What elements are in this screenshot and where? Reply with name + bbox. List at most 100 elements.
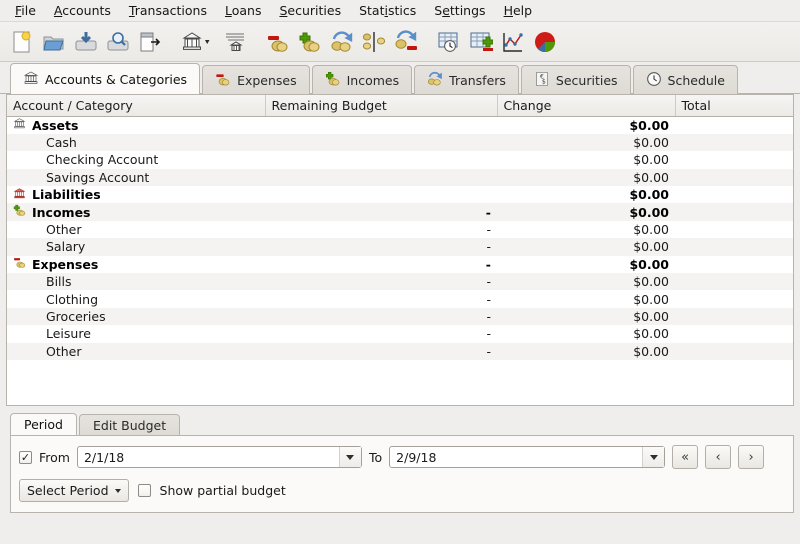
- cell-remaining-budget: -: [265, 325, 497, 343]
- cell-change: $0.00: [497, 116, 675, 134]
- menu-item-securities[interactable]: Securities: [270, 1, 350, 21]
- new-file-icon[interactable]: [7, 27, 37, 57]
- chevron-down-icon[interactable]: [642, 447, 665, 467]
- column-header-change[interactable]: Change: [497, 95, 676, 117]
- menu-item-accounts[interactable]: Accounts: [45, 1, 120, 21]
- chevron-right-icon: ›: [748, 449, 754, 465]
- print-preview-icon[interactable]: [103, 27, 133, 57]
- cell-change: $0.00: [497, 307, 675, 326]
- table-row[interactable]: Savings Account $0.00: [7, 168, 793, 187]
- open-folder-icon[interactable]: [39, 27, 69, 57]
- cell-total: [675, 151, 793, 169]
- cell-change: $0.00: [497, 220, 675, 239]
- cell-remaining-budget: -: [265, 307, 497, 326]
- row-label: Expenses: [32, 256, 99, 272]
- from-date-value: 2/1/18: [83, 449, 125, 465]
- tab-incomes[interactable]: Incomes: [311, 65, 413, 94]
- tab-label: Transfers: [449, 72, 506, 88]
- cell-remaining-budget: -: [265, 203, 497, 221]
- prev-period-button[interactable]: ‹: [705, 445, 732, 469]
- cell-account-category: Other: [7, 342, 265, 360]
- save-icon[interactable]: [71, 27, 101, 57]
- expense-coins-icon[interactable]: [263, 27, 293, 57]
- menu-item-file[interactable]: File: [6, 1, 45, 21]
- show-partial-budget-checkbox[interactable]: [137, 484, 151, 497]
- show-partial-budget-label: Show partial budget: [159, 483, 286, 498]
- period-panel: ✓ From 2/1/18 To 2/9/18 « ‹ › Select Per…: [10, 435, 794, 513]
- cell-remaining-budget: -: [265, 255, 497, 274]
- tab-securities[interactable]: € $ Securities: [520, 65, 631, 94]
- table-row[interactable]: Groceries - $0.00: [7, 307, 793, 326]
- accounts-categories-table[interactable]: Account / Category Remaining Budget Chan…: [6, 94, 794, 406]
- tab-transfers[interactable]: Transfers: [414, 65, 519, 94]
- tab-period[interactable]: Period: [10, 413, 77, 435]
- ledger-bank-icon[interactable]: [220, 27, 250, 57]
- to-date-combo[interactable]: 2/9/18: [389, 446, 666, 468]
- table-row[interactable]: Assets $0.00$: [7, 116, 793, 134]
- menu-item-transactions[interactable]: Transactions: [120, 1, 216, 21]
- cell-remaining-budget: -: [265, 238, 497, 256]
- cell-change: $0.00: [497, 255, 675, 274]
- tab-label: Accounts & Categories: [45, 71, 188, 87]
- row-label: Salary: [46, 239, 86, 255]
- menu-item-statistics[interactable]: Statistics: [350, 1, 425, 21]
- cell-total: $: [675, 186, 793, 204]
- column-header-account-category[interactable]: Account / Category: [7, 95, 266, 117]
- chevron-down-icon[interactable]: [338, 447, 361, 467]
- income-coins-icon: [325, 71, 341, 90]
- table-row[interactable]: Checking Account $0.00: [7, 151, 793, 169]
- cell-remaining-budget: -: [265, 273, 497, 291]
- next-period-button[interactable]: ›: [738, 445, 765, 469]
- cell-remaining-budget: [265, 133, 497, 152]
- budget-table-plus-icon[interactable]: [466, 27, 496, 57]
- line-chart-icon[interactable]: [498, 27, 528, 57]
- export-icon[interactable]: [135, 27, 165, 57]
- tab-label: Securities: [555, 72, 618, 88]
- table-row[interactable]: Other - $0.00: [7, 220, 793, 239]
- row-label: Checking Account: [46, 152, 159, 168]
- account-bank-dropdown-icon[interactable]: [178, 27, 218, 57]
- table-row[interactable]: Salary - $0.00: [7, 238, 793, 256]
- tab-label: Schedule: [667, 72, 725, 88]
- tab-expenses[interactable]: Expenses: [202, 65, 310, 94]
- tab-edit-budget[interactable]: Edit Budget: [78, 414, 181, 435]
- row-label: Other: [46, 343, 82, 359]
- transfer-expense-icon[interactable]: [391, 27, 421, 57]
- table-row[interactable]: Incomes -$0.00$: [7, 203, 793, 221]
- table-row[interactable]: Bills - $0.00: [7, 273, 793, 291]
- row-label: Bills: [46, 274, 72, 290]
- table-row[interactable]: Expenses -$0.00$: [7, 255, 793, 274]
- to-label: To: [368, 449, 383, 465]
- column-header-remaining-budget[interactable]: Remaining Budget: [265, 95, 498, 117]
- table-row[interactable]: Other - $0.00: [7, 342, 793, 360]
- from-checkbox[interactable]: ✓: [19, 450, 32, 464]
- table-row[interactable]: Liabilities $0.00$: [7, 186, 793, 204]
- from-date-combo[interactable]: 2/1/18: [76, 446, 362, 468]
- column-header-total[interactable]: Total: [675, 95, 793, 117]
- cell-remaining-budget: -: [265, 220, 497, 239]
- cell-total: $: [675, 203, 793, 221]
- cell-remaining-budget: -: [265, 290, 497, 308]
- menu-item-loans[interactable]: Loans: [216, 1, 271, 21]
- menu-item-help[interactable]: Help: [495, 1, 542, 21]
- table-row[interactable]: Cash $0.00: [7, 133, 793, 152]
- transfer-coins-icon[interactable]: [327, 27, 357, 57]
- cell-remaining-budget: -: [265, 342, 497, 360]
- income-coins-icon: [13, 204, 27, 220]
- split-coins-icon[interactable]: [359, 27, 389, 57]
- cell-remaining-budget: [265, 116, 497, 134]
- table-row[interactable]: Leisure - $0.00: [7, 325, 793, 343]
- income-coins-icon[interactable]: [295, 27, 325, 57]
- cell-total: [675, 342, 793, 360]
- tab-accounts-categories[interactable]: Accounts & Categories: [10, 63, 201, 94]
- transfer-coins-icon: [427, 71, 443, 90]
- schedule-table-clock-icon[interactable]: [434, 27, 464, 57]
- svg-text:$: $: [542, 78, 546, 85]
- table-row[interactable]: Clothing - $0.00: [7, 290, 793, 308]
- select-period-button[interactable]: Select Period: [19, 479, 129, 502]
- first-period-button[interactable]: «: [672, 445, 699, 469]
- tab-schedule[interactable]: Schedule: [632, 65, 738, 94]
- menu-item-settings[interactable]: Settings: [425, 1, 494, 21]
- chevron-down-icon: [114, 488, 121, 493]
- pie-chart-icon[interactable]: [530, 27, 560, 57]
